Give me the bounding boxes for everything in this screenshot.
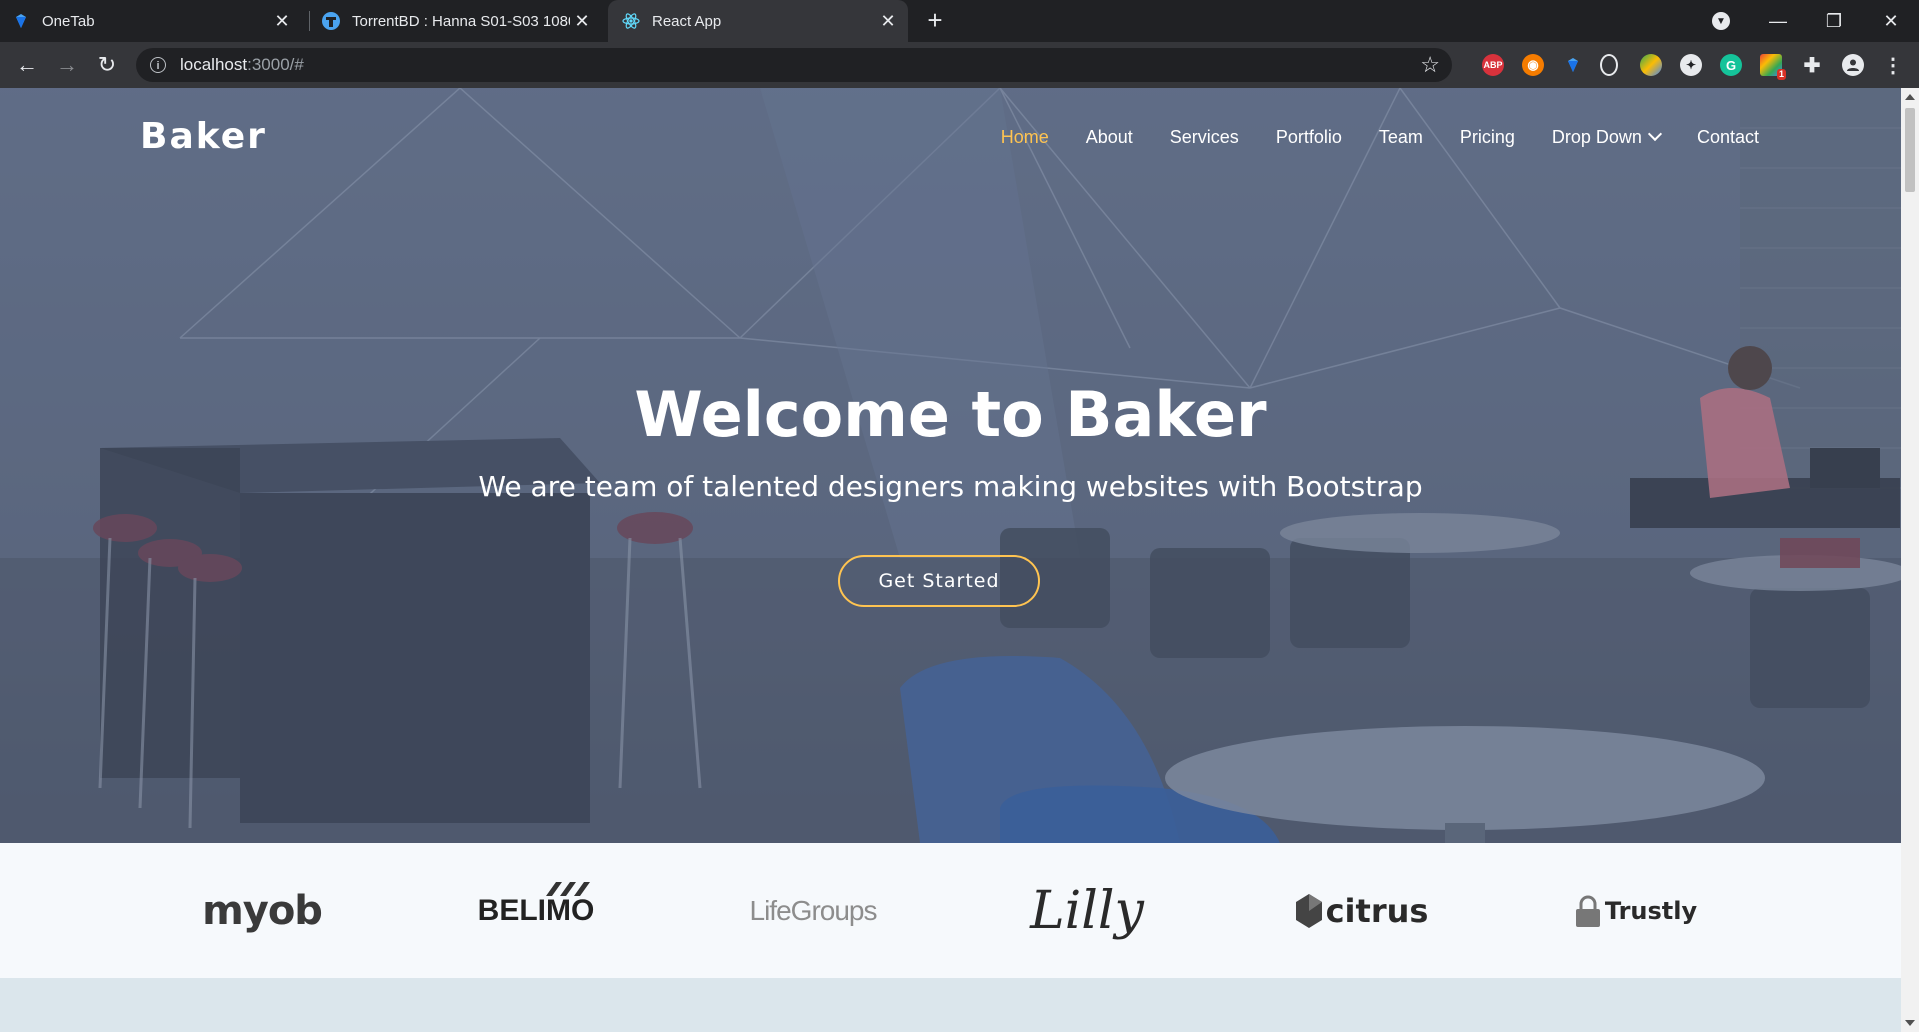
tab-search-icon[interactable]: ▼ xyxy=(1712,12,1730,30)
hero-title: Welcome to Baker xyxy=(634,378,1267,451)
profile-icon[interactable] xyxy=(1842,54,1864,76)
torrentbd-icon xyxy=(322,12,340,30)
tab-title: TorrentBD : Hanna S01-S03 1080p xyxy=(352,12,570,30)
client-logo-myob[interactable]: myob xyxy=(152,843,372,978)
scroll-down-arrow-icon[interactable] xyxy=(1905,1020,1915,1026)
close-tab-icon[interactable]: ✕ xyxy=(272,11,292,31)
tab-strip: OneTab ✕ TorrentBD : Hanna S01-S03 1080p… xyxy=(0,0,1919,42)
extension-badge-count: 1 xyxy=(1776,69,1786,80)
puzzle-piece-icon[interactable]: ✦ xyxy=(1680,54,1702,76)
client-logo-lifegroups[interactable]: LifeGroups xyxy=(703,843,923,978)
nav-pricing[interactable]: Pricing xyxy=(1460,127,1515,148)
client-logo-citrus[interactable]: citrus xyxy=(1252,843,1472,978)
nav-contact[interactable]: Contact xyxy=(1697,127,1759,148)
nav-about[interactable]: About xyxy=(1086,127,1133,148)
main-nav: Home About Services Portfolio Team Prici… xyxy=(964,126,1759,148)
padlock-icon xyxy=(1575,895,1600,927)
restore-icon[interactable]: ❐ xyxy=(1806,0,1862,42)
citrus-mark-icon xyxy=(1295,893,1322,928)
site-logo[interactable]: Baker xyxy=(140,116,267,157)
back-icon[interactable]: ← xyxy=(13,51,41,79)
browser-toolbar: ← → ↻ i localhost:3000/# ☆ ABP ◉ ✦ G 1 ✚… xyxy=(0,42,1919,88)
client-logo-lilly[interactable]: Lilly xyxy=(977,843,1197,978)
forward-icon[interactable]: → xyxy=(53,51,81,79)
nav-services[interactable]: Services xyxy=(1170,127,1239,148)
client-logo-text: myob xyxy=(202,887,323,934)
client-logo-belimo[interactable]: BELIMO xyxy=(426,843,646,978)
scroll-up-arrow-icon[interactable] xyxy=(1905,94,1915,100)
tab-torrentbd[interactable]: TorrentBD : Hanna S01-S03 1080p ✕ xyxy=(322,0,602,42)
reload-icon[interactable]: ↻ xyxy=(93,51,121,79)
tab-separator xyxy=(309,11,310,31)
menu-icon[interactable]: ⋮ xyxy=(1882,54,1904,77)
tab-react-app[interactable]: React App ✕ xyxy=(608,0,908,42)
client-logo-text: citrus xyxy=(1325,891,1429,930)
nav-team[interactable]: Team xyxy=(1379,127,1423,148)
site-info-icon[interactable]: i xyxy=(150,57,166,73)
new-tab-icon[interactable]: + xyxy=(922,7,948,34)
url-host: localhost xyxy=(180,55,248,74)
url-text[interactable]: localhost:3000/# xyxy=(180,55,304,75)
about-section xyxy=(0,978,1901,1032)
rss-icon[interactable]: ◉ xyxy=(1522,54,1544,76)
scrollbar-thumb[interactable] xyxy=(1905,108,1915,192)
tab-title: React App xyxy=(652,12,722,30)
onetab-icon xyxy=(12,12,30,30)
nav-portfolio[interactable]: Portfolio xyxy=(1276,127,1342,148)
get-started-button[interactable]: Get Started xyxy=(838,555,1040,607)
page-scrollbar[interactable] xyxy=(1901,88,1919,1032)
react-icon xyxy=(622,12,640,30)
tab-onetab[interactable]: OneTab ✕ xyxy=(12,0,302,42)
chevron-down-icon xyxy=(1647,126,1663,142)
client-logo-trustly[interactable]: Trustly xyxy=(1526,843,1746,978)
close-tab-icon[interactable]: ✕ xyxy=(878,11,898,31)
extensions-icon[interactable]: ✚ xyxy=(1801,54,1823,77)
adblock-plus-icon[interactable]: ABP xyxy=(1482,54,1504,76)
hero-subtitle: We are team of talented designers making… xyxy=(478,470,1423,503)
client-logo-text: BELIMO xyxy=(477,893,595,927)
minimize-icon[interactable]: — xyxy=(1750,0,1806,42)
close-tab-icon[interactable]: ✕ xyxy=(572,11,592,31)
onetab-icon[interactable] xyxy=(1562,54,1584,76)
color-icon[interactable] xyxy=(1640,54,1662,76)
extension-badge-icon[interactable]: 1 xyxy=(1760,54,1786,80)
tab-title: OneTab xyxy=(42,12,95,30)
clients-section: myob BELIMO LifeGroups Lilly citrus Trus… xyxy=(0,843,1901,978)
address-bar[interactable]: i localhost:3000/# ☆ xyxy=(136,48,1452,82)
lightbulb-icon[interactable] xyxy=(1600,54,1618,76)
client-logo-text: Trustly xyxy=(1604,896,1698,925)
client-logo-text: LifeGroups xyxy=(749,894,878,926)
belimo-mark-icon xyxy=(545,881,590,896)
nav-home[interactable]: Home xyxy=(1001,127,1049,148)
client-logo-text: Lilly xyxy=(1030,880,1144,941)
hero-section: Baker Home About Services Portfolio Team… xyxy=(0,88,1901,843)
nav-dropdown[interactable]: Drop Down xyxy=(1551,126,1663,148)
url-path: :3000/# xyxy=(247,55,304,74)
nav-dropdown-label: Drop Down xyxy=(1551,127,1642,147)
bookmark-star-icon[interactable]: ☆ xyxy=(1420,53,1440,77)
page-viewport: Baker Home About Services Portfolio Team… xyxy=(0,88,1901,1032)
hero-background-image xyxy=(0,88,1901,843)
grammarly-icon[interactable]: G xyxy=(1720,54,1742,76)
close-window-icon[interactable]: ✕ xyxy=(1863,0,1919,42)
